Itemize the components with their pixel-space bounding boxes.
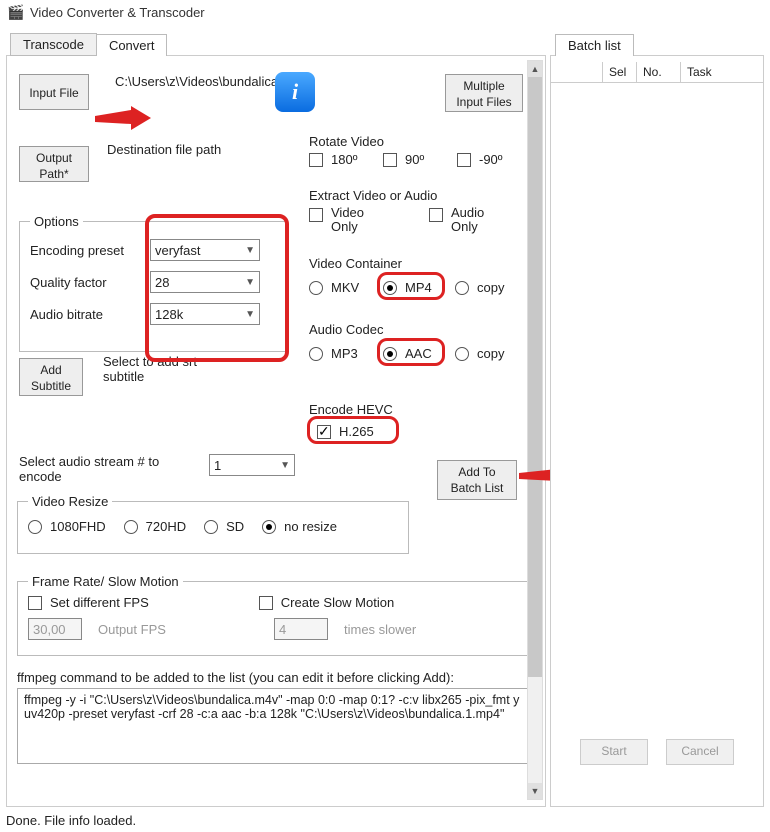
- resize-1080[interactable]: 1080FHD: [28, 519, 106, 534]
- chevron-down-icon: ▼: [245, 245, 255, 256]
- batch-list-body: [551, 83, 763, 731]
- rotate-90[interactable]: 90º: [383, 152, 424, 167]
- audio-bitrate-value: 128k: [155, 307, 183, 322]
- scroll-down-icon[interactable]: ▼: [528, 783, 542, 799]
- add-to-batch-button[interactable]: Add To Batch List: [437, 460, 517, 500]
- tab-convert[interactable]: Convert: [96, 34, 168, 56]
- container-mkv[interactable]: MKV: [309, 280, 359, 295]
- scroll-up-icon[interactable]: ▲: [528, 61, 542, 77]
- status-bar: Done. File info loaded.: [0, 809, 770, 832]
- resize-720[interactable]: 720HD: [124, 519, 186, 534]
- encoding-preset-select[interactable]: veryfast ▼: [150, 239, 260, 261]
- framerate-legend: Frame Rate/ Slow Motion: [28, 574, 183, 589]
- input-file-path: C:\Users\z\Videos\bundalica.m4v: [115, 74, 265, 89]
- acodec-aac[interactable]: AAC: [383, 346, 432, 361]
- app-icon: 🎬: [8, 4, 24, 20]
- batch-header: Sel No. Task: [551, 62, 763, 83]
- resize-sd[interactable]: SD: [204, 519, 244, 534]
- destination-path-label: Destination file path: [107, 142, 221, 157]
- output-path-button[interactable]: Output Path*: [19, 146, 89, 182]
- cmd-label: ffmpeg command to be added to the list (…: [17, 670, 454, 685]
- audio-bitrate-select[interactable]: 128k ▼: [150, 303, 260, 325]
- batch-col-task[interactable]: Task: [681, 62, 763, 82]
- container-copy[interactable]: copy: [455, 280, 504, 295]
- audio-stream-label: Select audio stream # to encode: [19, 454, 189, 484]
- tab-transcode[interactable]: Transcode: [10, 33, 97, 55]
- container-mp4[interactable]: MP4: [383, 280, 432, 295]
- left-scrollbar[interactable]: ▲ ▼: [527, 60, 543, 800]
- audio-stream-select[interactable]: 1▼: [209, 454, 295, 476]
- extract-legend: Extract Video or Audio: [309, 188, 437, 203]
- options-group: Options Encoding preset veryfast ▼ Qualit…: [19, 214, 287, 352]
- window-title: Video Converter & Transcoder: [30, 5, 205, 20]
- slow-factor-input[interactable]: [274, 618, 328, 640]
- chevron-down-icon: ▼: [245, 309, 255, 320]
- input-file-button[interactable]: Input File: [19, 74, 89, 110]
- audio-stream-value: 1: [214, 458, 221, 473]
- batch-col-sel[interactable]: Sel: [603, 62, 637, 82]
- status-text: Done. File info loaded.: [6, 813, 136, 828]
- convert-panel: Input File C:\Users\z\Videos\bundalica.m…: [6, 55, 546, 807]
- right-tab-strip: Batch list: [555, 32, 633, 56]
- quality-factor-label: Quality factor: [30, 275, 150, 290]
- slow-motion-checkbox[interactable]: Create Slow Motion: [259, 595, 394, 610]
- extract-audio-only[interactable]: Audio Only: [429, 206, 484, 235]
- scrollbar-thumb[interactable]: [528, 77, 542, 677]
- rotate-neg90[interactable]: -90º: [457, 152, 503, 167]
- resize-group: Video Resize 1080FHD 720HD SD no resize: [17, 494, 409, 554]
- quality-factor-value: 28: [155, 275, 169, 290]
- subtitle-hint: Select to add srt subtitle: [103, 354, 233, 384]
- hevc-h265[interactable]: H.265: [317, 424, 374, 439]
- annotation-arrow-input: [95, 106, 151, 132]
- acodec-legend: Audio Codec: [309, 322, 383, 337]
- framerate-group: Frame Rate/ Slow Motion Set different FP…: [17, 574, 529, 656]
- encoding-preset-label: Encoding preset: [30, 243, 150, 258]
- chevron-down-icon: ▼: [280, 460, 290, 471]
- rotate-legend: Rotate Video: [309, 134, 384, 149]
- slow-hint: times slower: [344, 622, 416, 637]
- start-button[interactable]: Start: [580, 739, 648, 765]
- left-tab-strip: Transcode Convert: [10, 32, 166, 56]
- options-legend: Options: [30, 214, 83, 229]
- cmd-text: ffmpeg -y -i "C:\Users\z\Videos\bundalic…: [24, 693, 522, 721]
- batch-panel: Sel No. Task Start Cancel: [550, 55, 764, 807]
- titlebar: 🎬 Video Converter & Transcoder: [0, 0, 770, 24]
- cmd-textarea[interactable]: ffmpeg -y -i "C:\Users\z\Videos\bundalic…: [17, 688, 529, 764]
- resize-legend: Video Resize: [28, 494, 112, 509]
- batch-col-no[interactable]: No.: [637, 62, 681, 82]
- container-legend: Video Container: [309, 256, 402, 271]
- add-subtitle-button[interactable]: Add Subtitle: [19, 358, 83, 396]
- tab-batch-list[interactable]: Batch list: [555, 34, 634, 56]
- fps-hint: Output FPS: [98, 622, 258, 637]
- info-icon[interactable]: i: [275, 72, 315, 112]
- chevron-down-icon: ▼: [245, 277, 255, 288]
- encoding-preset-value: veryfast: [155, 243, 201, 258]
- cancel-button[interactable]: Cancel: [666, 739, 734, 765]
- hevc-legend: Encode HEVC: [309, 402, 393, 417]
- audio-bitrate-label: Audio bitrate: [30, 307, 150, 322]
- set-fps-checkbox[interactable]: Set different FPS: [28, 595, 149, 610]
- extract-video-only[interactable]: Video Only: [309, 206, 364, 235]
- multiple-input-files-button[interactable]: Multiple Input Files: [445, 74, 523, 112]
- fps-input[interactable]: [28, 618, 82, 640]
- rotate-180[interactable]: 180º: [309, 152, 357, 167]
- quality-factor-select[interactable]: 28 ▼: [150, 271, 260, 293]
- resize-none[interactable]: no resize: [262, 519, 337, 534]
- acodec-mp3[interactable]: MP3: [309, 346, 358, 361]
- acodec-copy[interactable]: copy: [455, 346, 504, 361]
